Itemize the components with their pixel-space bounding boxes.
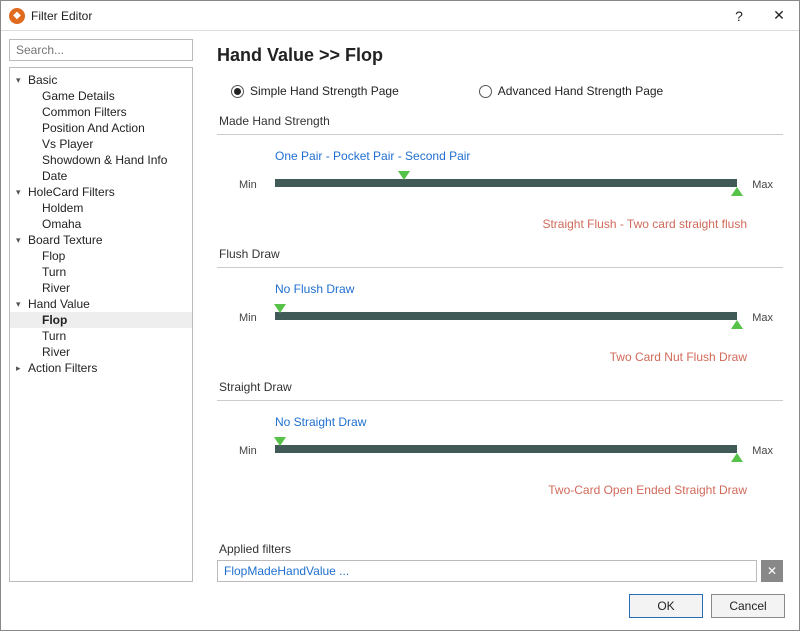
tree-holdem[interactable]: Holdem — [10, 200, 192, 216]
ok-button[interactable]: OK — [629, 594, 703, 618]
tree-hv-flop[interactable]: Flop — [10, 312, 192, 328]
tree-basic[interactable]: Basic — [10, 72, 192, 88]
nav-tree: Basic Game Details Common Filters Positi… — [9, 67, 193, 582]
radio-dot-icon — [479, 85, 492, 98]
tree-action-filters[interactable]: Action Filters — [10, 360, 192, 376]
page-mode-radios: Simple Hand Strength Page Advanced Hand … — [217, 84, 783, 98]
help-button[interactable]: ? — [719, 1, 759, 31]
min-label: Min — [239, 312, 257, 324]
slider-track[interactable] — [275, 312, 737, 320]
close-icon: ✕ — [767, 564, 777, 578]
max-label: Max — [752, 179, 773, 191]
body: Basic Game Details Common Filters Positi… — [1, 31, 799, 590]
tree-board-flop[interactable]: Flop — [10, 248, 192, 264]
applied-filters-label: Applied filters — [219, 542, 783, 556]
slider-straight[interactable]: No Straight Draw Min Max Two-Card Open E… — [217, 415, 783, 503]
applied-filters-area: Applied filters ✕ — [217, 534, 783, 582]
radio-advanced[interactable]: Advanced Hand Strength Page — [479, 84, 663, 98]
filter-editor-window: ◆ Filter Editor ? ✕ Basic Game Details C… — [0, 0, 800, 631]
radio-simple-label: Simple Hand Strength Page — [250, 84, 399, 98]
divider — [217, 400, 783, 401]
slider-flush-low-handle[interactable] — [274, 304, 286, 313]
page-title: Hand Value >> Flop — [217, 45, 783, 66]
slider-flush-high-handle[interactable] — [731, 320, 743, 329]
max-label: Max — [752, 445, 773, 457]
window-title: Filter Editor — [31, 9, 719, 23]
slider-straight-low-handle[interactable] — [274, 437, 286, 446]
tree-hv-turn[interactable]: Turn — [10, 328, 192, 344]
tree-date[interactable]: Date — [10, 168, 192, 184]
slider-flush[interactable]: No Flush Draw Min Max Two Card Nut Flush… — [217, 282, 783, 370]
slider-straight-low-label: No Straight Draw — [275, 415, 366, 429]
tree-board-turn[interactable]: Turn — [10, 264, 192, 280]
tree-holecard[interactable]: HoleCard Filters — [10, 184, 192, 200]
applied-filters-input[interactable] — [217, 560, 757, 582]
slider-made-low-label: One Pair - Pocket Pair - Second Pair — [275, 149, 470, 163]
titlebar: ◆ Filter Editor ? ✕ — [1, 1, 799, 31]
group-made-hand: Made Hand Strength One Pair - Pocket Pai… — [217, 112, 783, 237]
app-icon: ◆ — [9, 8, 25, 24]
tree-vs-player[interactable]: Vs Player — [10, 136, 192, 152]
group-flush-draw: Flush Draw No Flush Draw Min Max Two Car… — [217, 245, 783, 370]
radio-dot-icon — [231, 85, 244, 98]
tree-omaha[interactable]: Omaha — [10, 216, 192, 232]
tree-position-action[interactable]: Position And Action — [10, 120, 192, 136]
min-label: Min — [239, 179, 257, 191]
group-straight-title: Straight Draw — [217, 378, 783, 400]
slider-flush-high-label: Two Card Nut Flush Draw — [610, 350, 747, 364]
radio-simple[interactable]: Simple Hand Strength Page — [231, 84, 399, 98]
divider — [217, 267, 783, 268]
tree-board[interactable]: Board Texture — [10, 232, 192, 248]
main-panel: Hand Value >> Flop Simple Hand Strength … — [201, 31, 799, 590]
slider-made-high-handle[interactable] — [731, 187, 743, 196]
tree-game-details[interactable]: Game Details — [10, 88, 192, 104]
sidebar: Basic Game Details Common Filters Positi… — [1, 31, 201, 590]
divider — [217, 134, 783, 135]
slider-flush-low-label: No Flush Draw — [275, 282, 354, 296]
search-input[interactable] — [9, 39, 193, 61]
slider-made-high-label: Straight Flush - Two card straight flush — [542, 217, 747, 231]
max-label: Max — [752, 312, 773, 324]
group-flush-title: Flush Draw — [217, 245, 783, 267]
clear-filters-button[interactable]: ✕ — [761, 560, 783, 582]
group-made-title: Made Hand Strength — [217, 112, 783, 134]
slider-straight-high-label: Two-Card Open Ended Straight Draw — [548, 483, 747, 497]
tree-handvalue[interactable]: Hand Value — [10, 296, 192, 312]
close-button[interactable]: ✕ — [759, 1, 799, 31]
slider-straight-high-handle[interactable] — [731, 453, 743, 462]
tree-showdown[interactable]: Showdown & Hand Info — [10, 152, 192, 168]
slider-track[interactable] — [275, 179, 737, 187]
tree-board-river[interactable]: River — [10, 280, 192, 296]
slider-track[interactable] — [275, 445, 737, 453]
tree-common-filters[interactable]: Common Filters — [10, 104, 192, 120]
tree-hv-river[interactable]: River — [10, 344, 192, 360]
slider-made[interactable]: One Pair - Pocket Pair - Second Pair Min… — [217, 149, 783, 237]
slider-made-low-handle[interactable] — [398, 171, 410, 180]
radio-advanced-label: Advanced Hand Strength Page — [498, 84, 663, 98]
cancel-button[interactable]: Cancel — [711, 594, 785, 618]
footer: OK Cancel — [1, 590, 799, 630]
min-label: Min — [239, 445, 257, 457]
group-straight-draw: Straight Draw No Straight Draw Min Max T… — [217, 378, 783, 503]
